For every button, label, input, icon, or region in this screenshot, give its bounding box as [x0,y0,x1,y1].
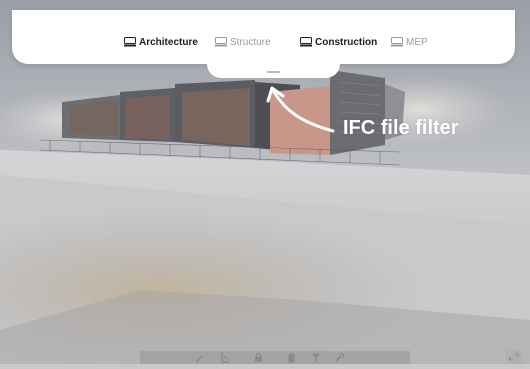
bottom-toolbar [140,351,410,364]
measure-icon[interactable] [220,352,231,363]
layer-icon [215,37,227,47]
filter-structure[interactable]: Structure [215,35,271,49]
filter-architecture-label: Architecture [139,36,198,48]
expand-button[interactable] [506,350,522,364]
layer-icon [124,37,136,47]
clipboard-icon[interactable] [286,352,297,363]
panel-collapse-tab[interactable] [207,54,340,78]
filter-construction[interactable]: Construction [300,35,377,49]
hammer-icon[interactable] [311,352,322,363]
callout-label: IFC file filter [343,117,459,139]
filter-structure-label: Structure [230,36,271,48]
filter-construction-label: Construction [315,36,378,48]
pencil-icon[interactable] [194,352,205,363]
filter-mep-label: MEP [406,36,428,48]
layer-icon [300,37,312,47]
expand-icon [509,353,519,361]
lock-icon[interactable] [253,352,264,363]
wrench-icon[interactable] [334,352,345,363]
layer-icon [391,37,403,47]
filter-architecture[interactable]: Architecture [124,35,198,49]
drag-handle-icon[interactable] [267,71,280,73]
filter-mep[interactable]: MEP [391,35,428,49]
